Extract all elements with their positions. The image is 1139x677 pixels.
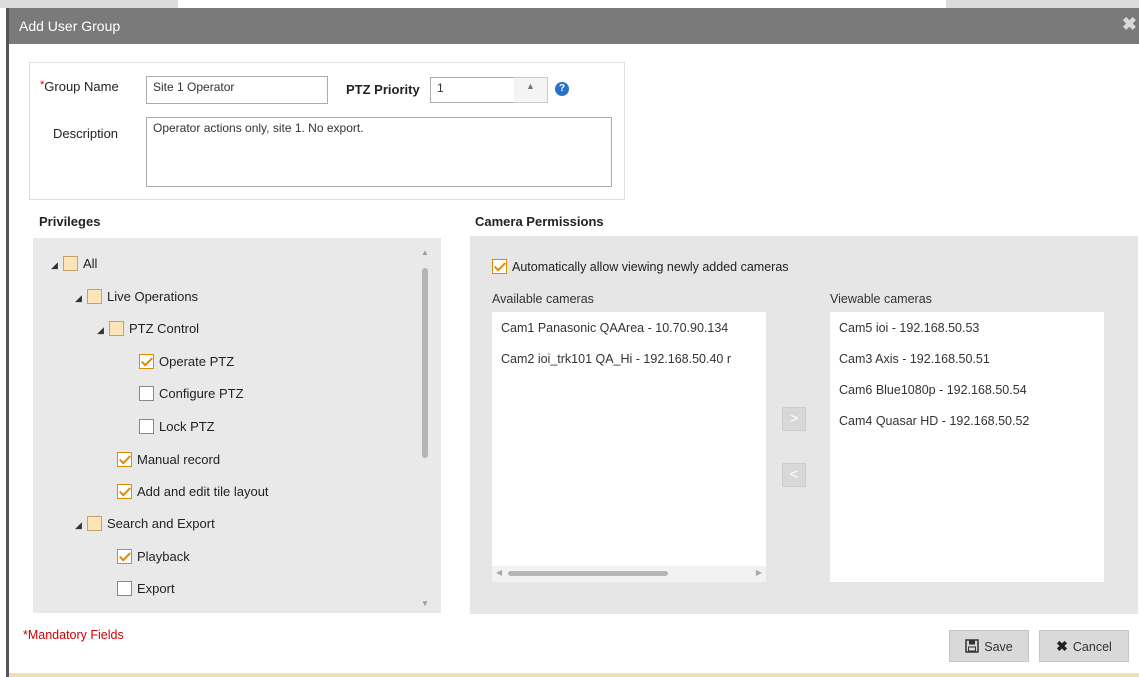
tree-node-lock-ptz[interactable]: Lock PTZ	[139, 417, 215, 437]
close-icon[interactable]: ✖	[1122, 14, 1137, 35]
tree-node-label: Manual record	[137, 452, 221, 467]
checkbox[interactable]	[117, 549, 132, 565]
checkbox[interactable]	[109, 321, 124, 337]
group-info-box: *Group Name Site 1 Operator PTZ Priority…	[29, 62, 625, 200]
tree-node-label: PTZ Control	[129, 321, 200, 336]
checkbox[interactable]	[63, 256, 78, 272]
x-icon: ✖	[1056, 638, 1068, 654]
available-cameras-label: Available cameras	[492, 292, 594, 306]
list-item[interactable]: Cam6 Blue1080p - 192.168.50.54	[839, 383, 1027, 397]
viewable-cameras-list[interactable]: Cam5 ioi - 192.168.50.53 Cam3 Axis - 192…	[830, 312, 1104, 582]
auto-allow-label: Automatically allow viewing newly added …	[512, 260, 789, 274]
tree-node-label: Operate PTZ	[159, 354, 235, 369]
tree-node-label: Playback	[137, 549, 190, 564]
floppy-icon	[965, 631, 979, 661]
available-list-hscrollbar[interactable]: ◀ ▶	[492, 566, 766, 582]
list-item[interactable]: Cam3 Axis - 192.168.50.51	[839, 352, 990, 366]
tree-node-label: Live Operations	[107, 289, 199, 304]
available-cameras-list[interactable]: Cam1 Panasonic QAArea - 10.70.90.134 Cam…	[492, 312, 766, 582]
tree-node-playback[interactable]: Playback	[117, 547, 190, 567]
checkbox[interactable]	[492, 259, 507, 275]
checkbox[interactable]	[117, 484, 132, 500]
tree-node-label: Lock PTZ	[159, 419, 215, 434]
ptz-priority-label: PTZ Priority	[346, 82, 420, 97]
list-item[interactable]: Cam4 Quasar HD - 192.168.50.52	[839, 414, 1029, 428]
scroll-up-icon[interactable]: ▲	[419, 248, 431, 257]
group-name-input[interactable]: Site 1 Operator	[146, 76, 328, 104]
privileges-tree: ◢ All ◢ Live Operations ◢ PTZ Control Opera…	[33, 238, 441, 613]
description-input[interactable]: Operator actions only, site 1. No export…	[146, 117, 612, 187]
checkbox[interactable]	[87, 516, 102, 532]
tree-node-label: Configure PTZ	[159, 386, 244, 401]
checkbox[interactable]	[117, 452, 132, 468]
tree-node-manual-record[interactable]: Manual record	[117, 450, 220, 470]
help-icon[interactable]: ?	[555, 82, 569, 96]
dialog-titlebar: Add User Group ✖	[9, 8, 1139, 44]
tree-node-label: All	[83, 256, 98, 271]
privileges-heading: Privileges	[39, 214, 101, 229]
remove-camera-button[interactable]: <	[782, 463, 806, 487]
tree-node-operate-ptz[interactable]: Operate PTZ	[139, 352, 234, 372]
expand-triangle-icon[interactable]: ◢	[97, 320, 109, 340]
scroll-down-icon[interactable]: ▼	[419, 599, 431, 608]
camera-permissions-panel: Automatically allow viewing newly added …	[470, 236, 1138, 614]
tree-node-add-edit-tile-layout[interactable]: Add and edit tile layout	[117, 482, 269, 502]
expand-triangle-icon[interactable]: ◢	[51, 255, 63, 275]
scroll-left-icon[interactable]: ◀	[496, 568, 502, 577]
tree-node-export[interactable]: Export	[117, 579, 175, 599]
scrollbar-thumb[interactable]	[422, 268, 428, 458]
checkbox[interactable]	[117, 581, 132, 597]
ptz-priority-stepper[interactable]: ▲	[514, 77, 548, 103]
tree-node-search-and-export[interactable]: ◢ Search and Export	[75, 514, 215, 534]
checkbox[interactable]	[87, 289, 102, 305]
tree-node-live-operations[interactable]: ◢ Live Operations	[75, 287, 198, 307]
checkbox[interactable]	[139, 386, 154, 402]
cancel-label: Cancel	[1072, 640, 1112, 654]
add-user-group-dialog: Add User Group ✖ *Group Name Site 1 Oper…	[6, 8, 1139, 677]
list-item[interactable]: Cam2 ioi_trk101 QA_Hi - 192.168.50.40 r	[501, 352, 731, 366]
save-button[interactable]: Save	[949, 630, 1029, 662]
cancel-button[interactable]: ✖ Cancel	[1039, 630, 1129, 662]
list-item[interactable]: Cam5 ioi - 192.168.50.53	[839, 321, 979, 335]
group-name-label: *Group Name	[40, 79, 119, 94]
scrollbar-thumb[interactable]	[508, 571, 668, 576]
background-strip	[0, 0, 1139, 8]
checkbox[interactable]	[139, 354, 154, 370]
dialog-title: Add User Group	[19, 18, 121, 34]
save-label: Save	[984, 640, 1013, 654]
tree-node-label: Add and edit tile layout	[137, 484, 269, 499]
ptz-priority-input[interactable]: 1	[430, 77, 516, 103]
list-item[interactable]: Cam1 Panasonic QAArea - 10.70.90.134	[501, 321, 728, 335]
camera-permissions-heading: Camera Permissions	[475, 214, 604, 229]
add-camera-button[interactable]: >	[782, 407, 806, 431]
privileges-scrollbar[interactable]: ▲ ▼	[419, 248, 431, 608]
viewable-cameras-label: Viewable cameras	[830, 292, 932, 306]
tree-node-all[interactable]: ◢ All	[51, 254, 97, 274]
tree-node-label: Search and Export	[107, 516, 215, 531]
checkbox[interactable]	[139, 419, 154, 435]
expand-triangle-icon[interactable]: ◢	[75, 515, 87, 535]
tree-node-ptz-control[interactable]: ◢ PTZ Control	[97, 319, 199, 339]
auto-allow-checkbox-row[interactable]: Automatically allow viewing newly added …	[492, 257, 789, 277]
scroll-right-icon[interactable]: ▶	[756, 568, 762, 577]
dialog-bottom-border	[9, 673, 1139, 677]
mandatory-fields-note: *Mandatory Fields	[23, 628, 124, 642]
tree-node-configure-ptz[interactable]: Configure PTZ	[139, 384, 244, 404]
description-label: Description	[53, 126, 119, 141]
tree-node-label: Export	[137, 581, 175, 596]
expand-triangle-icon[interactable]: ◢	[75, 288, 87, 308]
group-name-label-text: Group Name	[44, 79, 119, 94]
